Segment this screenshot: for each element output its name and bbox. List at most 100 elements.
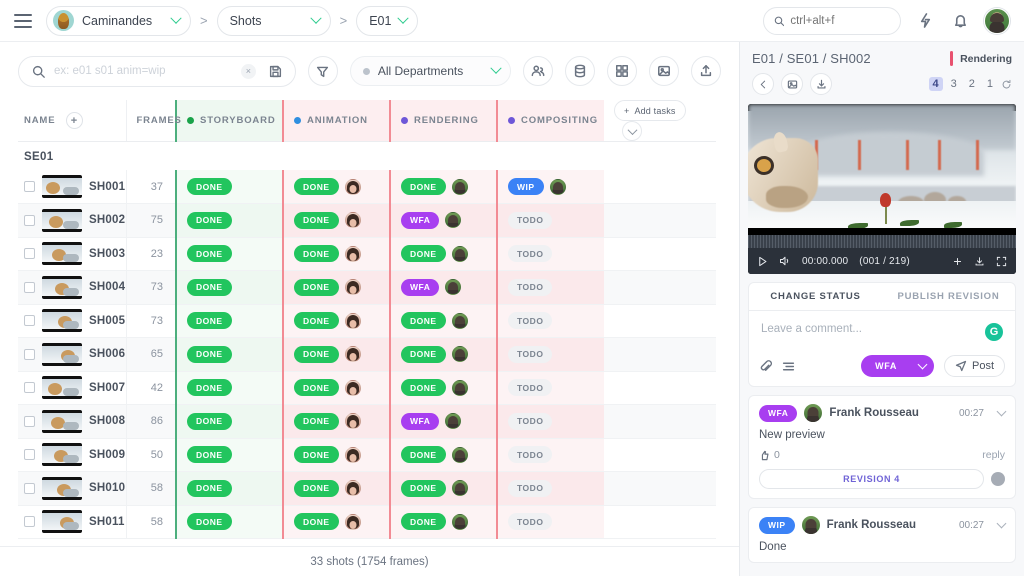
status-badge-animation[interactable]: DONE xyxy=(294,245,339,262)
status-badge-animation[interactable]: DONE xyxy=(294,279,339,296)
status-badge-animation[interactable]: DONE xyxy=(294,480,339,497)
reply-link[interactable]: reply xyxy=(982,449,1005,461)
cell-name[interactable]: SH003 xyxy=(18,237,126,271)
status-badge-rendering[interactable]: WFA xyxy=(401,279,439,296)
cell-compositing[interactable]: WIP xyxy=(497,170,604,204)
cell-animation[interactable]: DONE xyxy=(283,237,390,271)
status-badge-animation[interactable]: DONE xyxy=(294,513,339,530)
assignee-avatar[interactable] xyxy=(452,380,468,396)
cell-rendering[interactable]: WFA xyxy=(390,204,497,238)
status-badge-compositing[interactable]: TODO xyxy=(508,513,552,530)
episode-selector[interactable]: E01 xyxy=(356,6,418,36)
cell-animation[interactable]: DONE xyxy=(283,405,390,439)
assignee-avatar[interactable] xyxy=(452,246,468,262)
table-row[interactable]: SH00886DONEDONEWFATODO xyxy=(18,405,716,439)
row-checkbox[interactable] xyxy=(24,449,35,460)
row-checkbox[interactable] xyxy=(24,248,35,259)
people-button[interactable] xyxy=(523,56,553,86)
section-selector[interactable]: Shots xyxy=(217,6,331,36)
cell-animation[interactable]: DONE xyxy=(283,371,390,405)
project-selector[interactable]: Caminandes xyxy=(46,6,191,36)
table-row[interactable]: SH00275DONEDONEWFATODO xyxy=(18,204,716,238)
hamburger-icon[interactable] xyxy=(14,14,32,28)
row-checkbox[interactable] xyxy=(24,282,35,293)
chevron-down-icon[interactable] xyxy=(997,406,1007,416)
assignee-avatar[interactable] xyxy=(345,179,361,195)
cell-rendering[interactable]: DONE xyxy=(390,170,497,204)
cell-storyboard[interactable]: DONE xyxy=(176,304,283,338)
columns-menu-chevron-icon[interactable] xyxy=(622,121,642,141)
status-badge-rendering[interactable]: WFA xyxy=(401,212,439,229)
cell-storyboard[interactable]: DONE xyxy=(176,472,283,506)
header-task-animation[interactable]: ANIMATION xyxy=(283,100,390,142)
cell-compositing[interactable]: TODO xyxy=(497,438,604,472)
assignee-avatar[interactable] xyxy=(452,313,468,329)
tab-change-status[interactable]: CHANGE STATUS xyxy=(749,283,882,310)
chevron-down-icon[interactable] xyxy=(997,518,1007,528)
table-row[interactable]: SH00323DONEDONEDONETODO xyxy=(18,237,716,271)
cell-storyboard[interactable]: DONE xyxy=(176,271,283,305)
cell-storyboard[interactable]: DONE xyxy=(176,405,283,439)
shot-thumbnail[interactable] xyxy=(42,477,82,500)
cell-animation[interactable]: DONE xyxy=(283,338,390,372)
cell-animation[interactable]: DONE xyxy=(283,505,390,539)
cell-compositing[interactable]: TODO xyxy=(497,405,604,439)
assignee-avatar[interactable] xyxy=(345,447,361,463)
table-row[interactable]: SH00742DONEDONEDONETODO xyxy=(18,371,716,405)
status-badge-storyboard[interactable]: DONE xyxy=(187,480,232,497)
assignee-avatar[interactable] xyxy=(445,279,461,295)
shot-thumbnail[interactable] xyxy=(42,443,82,466)
comment-item[interactable]: WIPFrank Rousseau00:27Done xyxy=(748,507,1016,563)
status-dropdown[interactable]: WFA xyxy=(861,355,934,377)
revision-item[interactable]: 4 xyxy=(929,77,943,91)
cell-name[interactable]: SH004 xyxy=(18,271,126,305)
status-badge-animation[interactable]: DONE xyxy=(294,178,339,195)
assignee-avatar[interactable] xyxy=(345,346,361,362)
cell-compositing[interactable]: TODO xyxy=(497,304,604,338)
shot-thumbnail[interactable] xyxy=(42,175,82,198)
shot-search-input[interactable] xyxy=(54,65,232,77)
checklist-icon[interactable] xyxy=(782,360,795,373)
shot-thumbnail[interactable] xyxy=(42,510,82,533)
status-badge-rendering[interactable]: DONE xyxy=(401,379,446,396)
shot-search[interactable]: × xyxy=(18,56,296,87)
cell-rendering[interactable]: WFA xyxy=(390,405,497,439)
refresh-icon[interactable] xyxy=(1001,79,1012,90)
cell-storyboard[interactable]: DONE xyxy=(176,170,283,204)
paperclip-icon[interactable] xyxy=(759,360,772,373)
back-button[interactable] xyxy=(752,73,774,95)
assignee-avatar[interactable] xyxy=(345,480,361,496)
cell-animation[interactable]: DONE xyxy=(283,271,390,305)
status-badge-animation[interactable]: DONE xyxy=(294,312,339,329)
add-column-icon[interactable]: + xyxy=(66,112,83,129)
grid-button[interactable] xyxy=(607,56,637,86)
status-badge-animation[interactable]: DONE xyxy=(294,346,339,363)
assignee-avatar[interactable] xyxy=(345,246,361,262)
row-checkbox[interactable] xyxy=(24,215,35,226)
status-badge-storyboard[interactable]: DONE xyxy=(187,212,232,229)
play-icon[interactable] xyxy=(757,256,768,267)
status-badge-compositing[interactable]: TODO xyxy=(508,446,552,463)
lightning-icon[interactable] xyxy=(914,10,936,32)
global-search[interactable] xyxy=(763,7,901,35)
assignee-avatar[interactable] xyxy=(345,313,361,329)
cell-rendering[interactable]: DONE xyxy=(390,438,497,472)
cell-compositing[interactable]: TODO xyxy=(497,271,604,305)
status-badge-storyboard[interactable]: DONE xyxy=(187,245,232,262)
cell-compositing[interactable]: TODO xyxy=(497,371,604,405)
table-row[interactable]: SH00137DONEDONEDONEWIP xyxy=(18,170,716,204)
download-icon[interactable] xyxy=(974,256,985,267)
cell-storyboard[interactable]: DONE xyxy=(176,204,283,238)
status-badge-compositing[interactable]: TODO xyxy=(508,245,552,262)
status-badge-storyboard[interactable]: DONE xyxy=(187,279,232,296)
cell-rendering[interactable]: DONE xyxy=(390,237,497,271)
player-timeline[interactable] xyxy=(748,235,1016,248)
table-row[interactable]: SH00665DONEDONEDONETODO xyxy=(18,338,716,372)
assignee-avatar[interactable] xyxy=(345,380,361,396)
status-badge-rendering[interactable]: DONE xyxy=(401,446,446,463)
cell-rendering[interactable]: WFA xyxy=(390,271,497,305)
cell-name[interactable]: SH011 xyxy=(18,505,126,539)
status-badge-compositing[interactable]: WIP xyxy=(508,178,544,195)
header-task-storyboard[interactable]: STORYBOARD xyxy=(176,100,283,142)
cell-rendering[interactable]: DONE xyxy=(390,304,497,338)
